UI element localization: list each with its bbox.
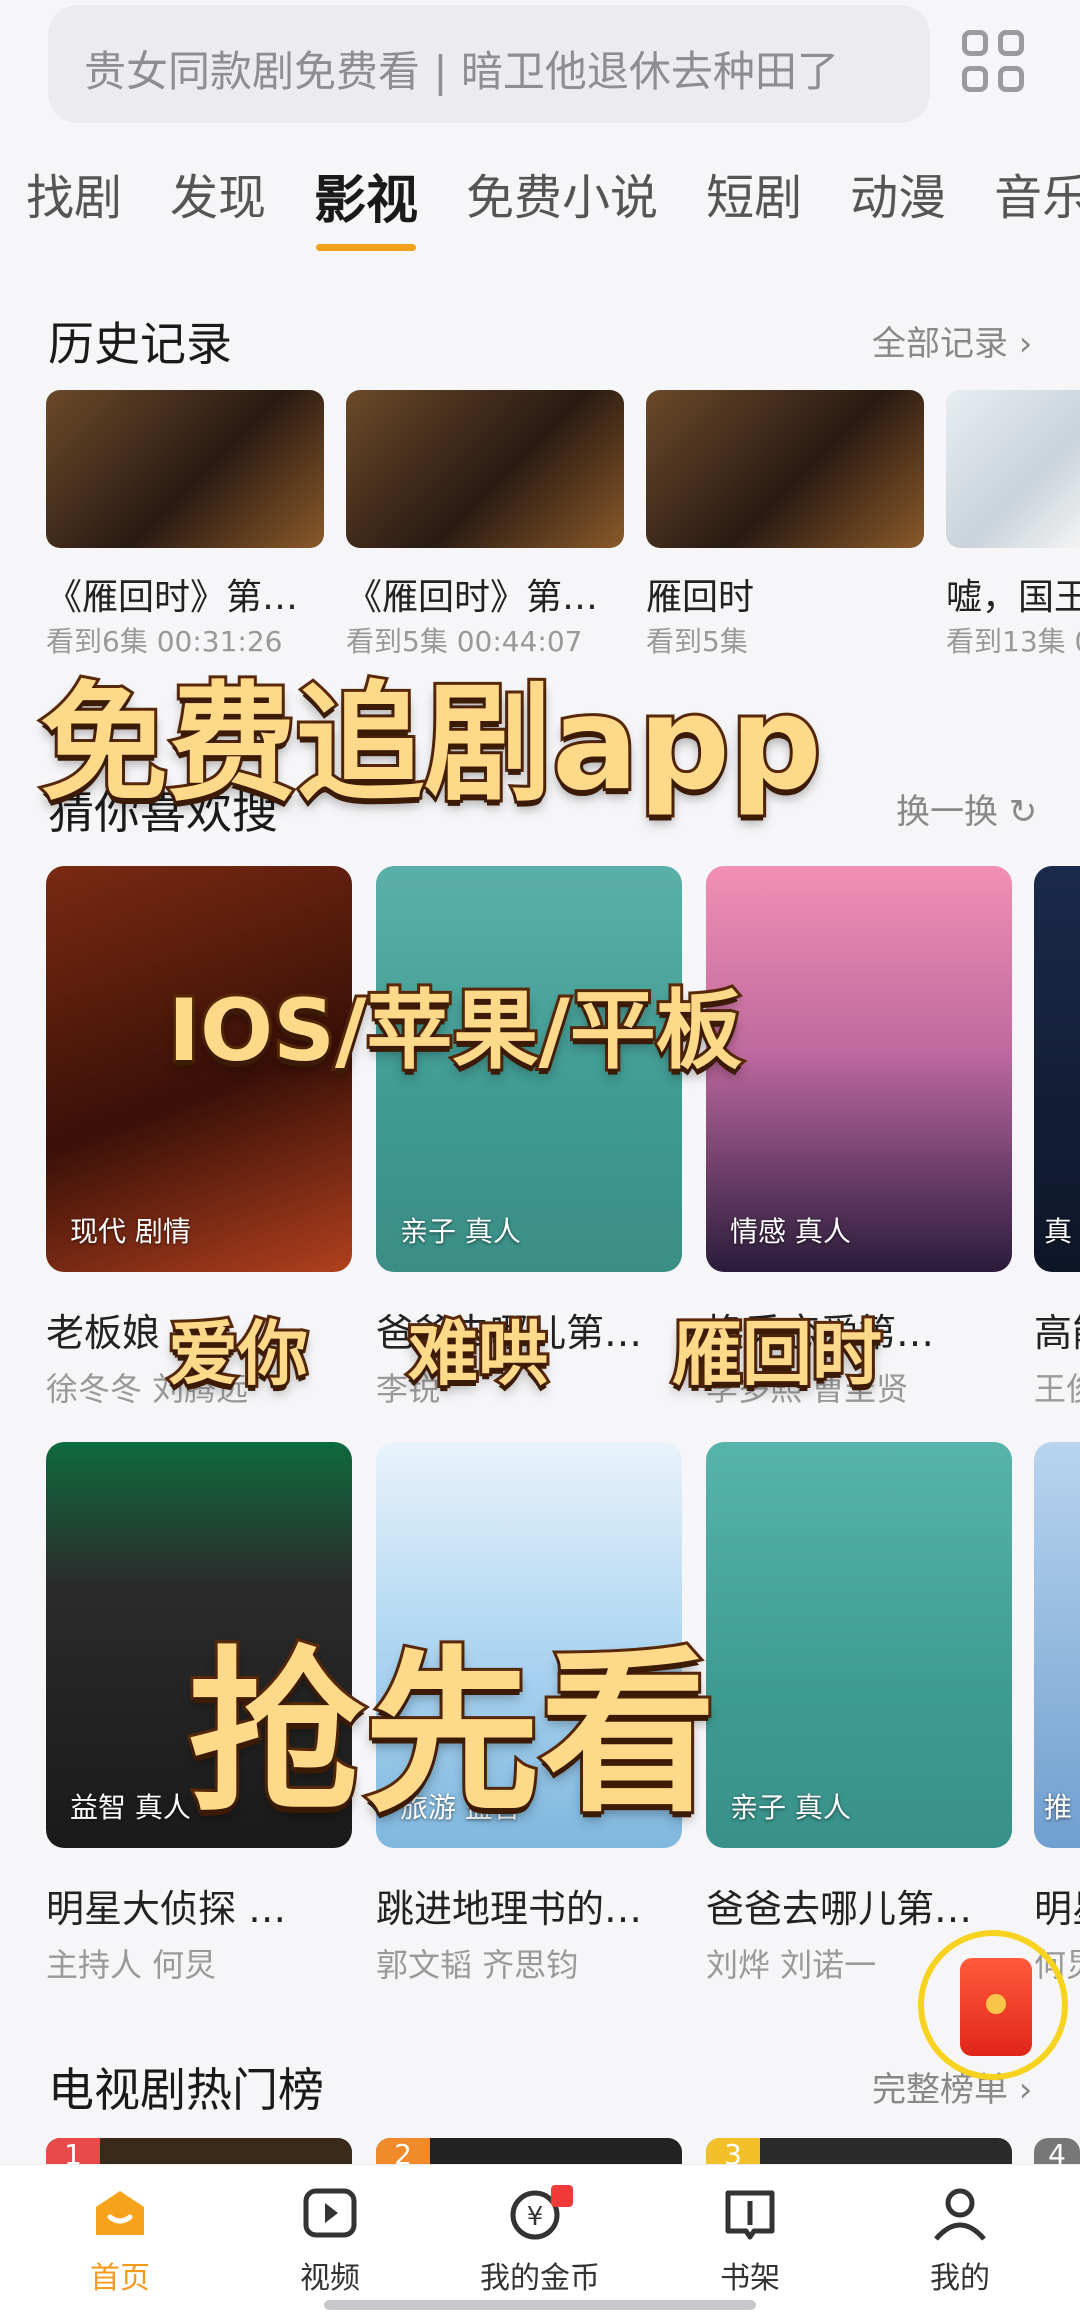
poster-people: 主持人 何炅 [46, 1946, 217, 1984]
tab-free-novel[interactable]: 免费小说 [466, 158, 658, 233]
guess-refresh-link[interactable]: 换一换 ↻ [896, 784, 1037, 833]
history-item-progress: 看到13集 0 [946, 625, 1080, 658]
nav-coins[interactable]: ¥ 我的金币 [460, 2185, 620, 2297]
poster-card[interactable]: 推 [1034, 1442, 1080, 1848]
poster-card[interactable]: 真 [1034, 866, 1080, 1272]
nav-video-label: 视频 [300, 2261, 360, 2296]
poster-tag: 现代 剧情 [70, 1215, 191, 1248]
tab-movies-tv[interactable]: 影视 [314, 158, 418, 251]
red-envelope-icon [960, 1958, 1032, 2056]
poster-tag: 情感 真人 [730, 1215, 851, 1248]
history-thumb[interactable] [946, 390, 1080, 548]
nav-bookshelf[interactable]: 书架 [670, 2185, 830, 2297]
history-thumb[interactable] [46, 390, 324, 548]
history-more-link[interactable]: 全部记录 › [872, 316, 1032, 365]
nav-bookshelf-label: 书架 [720, 2261, 780, 2296]
history-item-title: 嘘，国王 [946, 577, 1080, 618]
user-icon [934, 2188, 986, 2241]
poster-title: 明星 [1034, 1887, 1080, 1931]
poster-title: 明星大侦探 … [46, 1887, 287, 1931]
tab-find[interactable]: 找剧 [26, 158, 122, 233]
overlay-platforms: IOS/苹果/平板 [165, 978, 745, 1084]
history-item-title: 雁回时 [646, 577, 755, 618]
poster-card[interactable]: 亲子 真人 [706, 1442, 1012, 1848]
red-envelope-button[interactable] [918, 1930, 1068, 2080]
search-placeholder: 贵女同款剧免费看 | 暗卫他退休去种田了 [84, 47, 839, 96]
overlay-title-3: 雁回时 [669, 1310, 885, 1398]
tab-short-drama[interactable]: 短剧 [706, 158, 802, 233]
poster-people: 郭文韬 齐思钧 [376, 1946, 579, 1984]
overlay-title-2: 难哄 [405, 1310, 551, 1398]
home-icon [96, 2191, 144, 2235]
bookshelf-icon [725, 2190, 775, 2240]
nav-me-label: 我的 [930, 2261, 990, 2296]
poster-title: 高能 [1034, 1311, 1080, 1355]
coin-icon: ¥ [510, 2185, 573, 2240]
poster-people: 王俊 [1034, 1370, 1080, 1408]
history-title: 历史记录 [48, 317, 232, 371]
poster-title: 爸爸去哪儿第… [706, 1887, 973, 1931]
history-thumb[interactable] [346, 390, 624, 548]
poster-title: 跳进地理书的… [376, 1887, 643, 1931]
poster-tag: 真 [1044, 1215, 1073, 1248]
svg-text:¥: ¥ [527, 2202, 544, 2232]
poster-tag: 亲子 真人 [730, 1791, 851, 1824]
poster-tag: 亲子 真人 [400, 1215, 521, 1248]
bottom-nav: 首页 视频 ¥ 我的金币 书架 我的 [0, 2164, 1080, 2317]
nav-home-label: 首页 [90, 2261, 150, 2296]
history-more-label: 全部记录 [872, 324, 1008, 364]
history-thumb[interactable] [646, 390, 924, 548]
home-indicator [324, 2300, 756, 2310]
nav-video[interactable]: 视频 [250, 2185, 410, 2297]
tab-music[interactable]: 音乐 [994, 158, 1080, 233]
poster-tag: 推 [1044, 1791, 1073, 1824]
tab-anime[interactable]: 动漫 [850, 158, 946, 233]
nav-me[interactable]: 我的 [880, 2185, 1040, 2297]
history-item-title: 《雁回时》第… [46, 577, 299, 618]
top-tabs: 找剧 发现 影视 免费小说 短剧 动漫 音乐 [26, 158, 1080, 251]
play-video-icon [303, 2188, 357, 2238]
nav-coins-label: 我的金币 [480, 2261, 600, 2296]
overlay-title-1: 爱你 [165, 1310, 311, 1398]
tv-rank-title: 电视剧热门榜 [48, 2063, 324, 2117]
overlay-watch-first: 抢先看 [185, 1628, 719, 1839]
poster-tag: 益智 真人 [70, 1791, 191, 1824]
nav-home[interactable]: 首页 [40, 2185, 200, 2297]
category-grid-icon[interactable] [962, 30, 1024, 92]
poster-card[interactable]: 情感 真人 [706, 866, 1012, 1272]
guess-refresh-label: 换一换 [896, 792, 998, 832]
history-item-title: 《雁回时》第… [346, 577, 599, 618]
tab-discover[interactable]: 发现 [170, 158, 266, 233]
poster-people: 刘烨 刘诺一 [706, 1946, 877, 1984]
overlay-headline: 免费追剧app [37, 667, 825, 822]
